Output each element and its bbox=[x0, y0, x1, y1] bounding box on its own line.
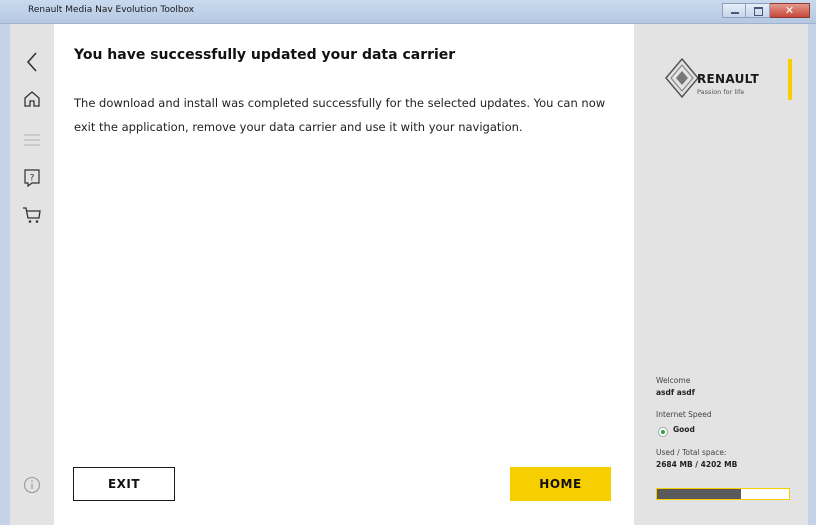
window-frame-right bbox=[808, 24, 816, 525]
user-name: asdf asdf bbox=[656, 388, 695, 397]
home-icon bbox=[24, 91, 40, 107]
info-icon bbox=[23, 476, 41, 494]
brand-name: RENAULT bbox=[697, 72, 760, 86]
space-label: Used / Total space: bbox=[656, 448, 727, 457]
help-icon: ? bbox=[24, 169, 40, 188]
left-icon-bar: ? bbox=[10, 24, 54, 525]
internet-speed-label: Internet Speed bbox=[656, 410, 712, 419]
speed-status-icon bbox=[658, 427, 668, 437]
brand-accent-bar bbox=[788, 59, 792, 100]
window-titlebar: Renault Media Nav Evolution Toolbox ✕ bbox=[0, 0, 816, 24]
menu-icon bbox=[24, 134, 40, 146]
window-frame-left bbox=[0, 24, 10, 525]
back-button[interactable] bbox=[10, 47, 54, 77]
back-icon bbox=[26, 52, 37, 72]
cart-button[interactable] bbox=[10, 200, 54, 230]
storage-usage-bar bbox=[656, 488, 790, 500]
close-button[interactable]: ✕ bbox=[770, 3, 810, 18]
brand-tagline: Passion for life bbox=[697, 88, 745, 96]
maximize-button[interactable] bbox=[746, 3, 770, 18]
cart-icon bbox=[23, 207, 41, 223]
minimize-button[interactable] bbox=[722, 3, 746, 18]
storage-usage-fill bbox=[657, 489, 742, 499]
help-button[interactable]: ? bbox=[10, 163, 54, 193]
menu-button[interactable] bbox=[10, 125, 54, 155]
main-content: You have successfully updated your data … bbox=[54, 24, 634, 525]
window-controls: ✕ bbox=[722, 3, 810, 19]
info-button[interactable] bbox=[10, 470, 54, 500]
welcome-label: Welcome bbox=[656, 376, 691, 385]
home-nav-button[interactable] bbox=[10, 84, 54, 114]
exit-button[interactable]: EXIT bbox=[73, 467, 175, 501]
home-button[interactable]: HOME bbox=[510, 467, 611, 501]
success-message: The download and install was completed s… bbox=[74, 96, 606, 134]
window-title: Renault Media Nav Evolution Toolbox bbox=[28, 5, 195, 15]
space-value: 2684 MB / 4202 MB bbox=[656, 460, 738, 469]
page-title: You have successfully updated your data … bbox=[74, 47, 456, 63]
internet-speed-value: Good bbox=[673, 425, 695, 434]
right-info-panel: RENAULT Passion for life Welcome asdf as… bbox=[634, 24, 808, 525]
svg-text:?: ? bbox=[30, 174, 35, 184]
